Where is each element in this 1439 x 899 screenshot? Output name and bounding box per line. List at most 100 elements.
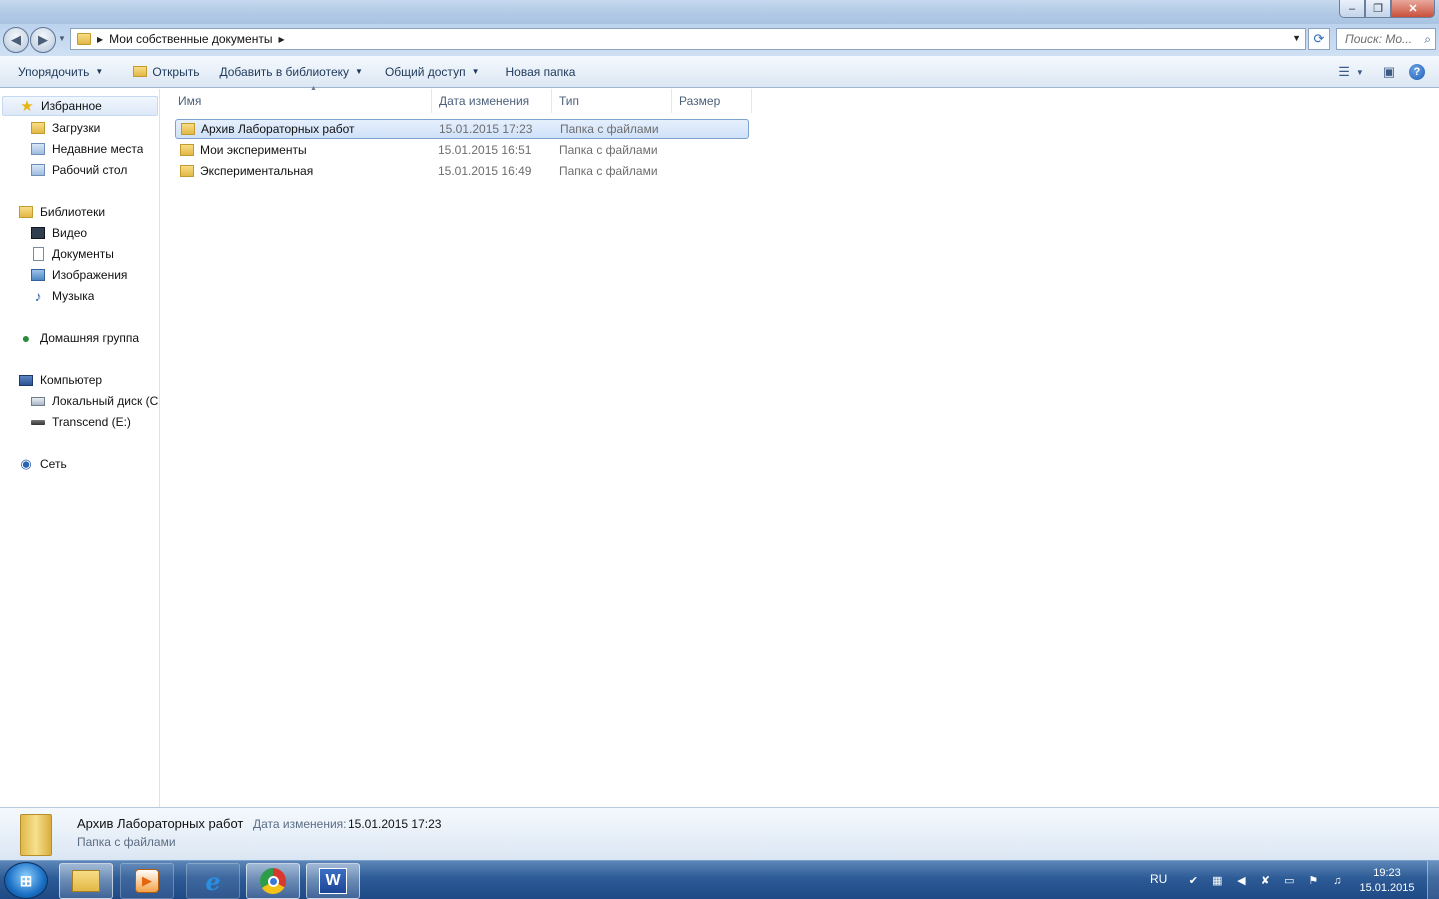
show-desktop-button[interactable]: [1427, 861, 1439, 899]
search-input[interactable]: Поиск: Мо... ⌕: [1336, 28, 1436, 50]
antivirus-icon[interactable]: ✘: [1257, 873, 1273, 889]
forward-button[interactable]: ▶: [30, 27, 56, 53]
organize-menu[interactable]: Упорядочить ▼: [9, 60, 112, 84]
taskbar-chrome[interactable]: [246, 863, 300, 899]
open-button[interactable]: Открыть: [124, 60, 208, 84]
nav-documents-label: Документы: [52, 247, 114, 261]
taskbar-internet-explorer[interactable]: e: [186, 863, 240, 899]
volume-icon[interactable]: ♫: [1329, 873, 1345, 889]
column-header-type[interactable]: Тип: [552, 89, 672, 113]
search-icon[interactable]: ⌕: [1424, 32, 1431, 47]
details-date-value[interactable]: 15.01.2015 17:23: [348, 817, 441, 831]
refresh-button[interactable]: ⟳: [1308, 28, 1330, 50]
nav-computer[interactable]: Компьютер: [18, 370, 102, 390]
clock-date: 15.01.2015: [1359, 882, 1415, 894]
action-center-icon[interactable]: ⚑: [1305, 873, 1321, 889]
minimize-button[interactable]: –: [1339, 0, 1365, 18]
nav-transcend[interactable]: Transcend (E:): [30, 412, 131, 432]
folder-icon: [180, 165, 194, 177]
nav-recent-label: Недавние места: [52, 142, 144, 156]
music-icon: ♪: [34, 288, 42, 304]
nav-libraries[interactable]: Библиотеки: [18, 202, 105, 222]
view-options-button[interactable]: ☰ ▼: [1338, 60, 1364, 84]
network-tray-icon[interactable]: ▭: [1281, 873, 1297, 889]
share-menu[interactable]: Общий доступ ▼: [376, 60, 489, 84]
file-row[interactable]: Мои эксперименты 15.01.2015 16:51 Папка …: [175, 140, 749, 160]
address-row: ◀ ▶ ▼ ▶ Мои собственные документы ▶ ▼ ⟳ …: [0, 24, 1439, 56]
close-button[interactable]: ✕: [1391, 0, 1435, 18]
security-icon[interactable]: ✔: [1185, 873, 1201, 889]
file-name: Экспериментальная: [200, 164, 314, 178]
column-size-label: Размер: [679, 94, 721, 108]
recent-pages-dropdown[interactable]: ▼: [58, 34, 66, 43]
nav-video-label: Видео: [52, 226, 88, 240]
column-header-size[interactable]: Размер: [672, 89, 752, 113]
nav-music-label: Музыка: [52, 289, 95, 303]
open-folder-icon: [133, 66, 148, 77]
taskbar-explorer[interactable]: [59, 863, 113, 899]
desktop-icon: [30, 162, 46, 178]
address-dropdown-icon[interactable]: ▼: [1292, 33, 1301, 43]
nav-images[interactable]: Изображения: [30, 265, 127, 285]
clock[interactable]: 19:23 15.01.2015: [1352, 866, 1422, 896]
preview-pane-button[interactable]: ▣: [1377, 60, 1401, 84]
nav-favorites[interactable]: ★ Избранное: [2, 96, 158, 116]
nav-images-label: Изображения: [52, 268, 128, 282]
nav-homegroup[interactable]: ● Домашняя группа: [18, 328, 139, 348]
taskbar-media-player[interactable]: ▶: [120, 863, 174, 899]
open-label: Открыть: [152, 64, 200, 79]
nav-local-disk[interactable]: Локальный диск (C:): [30, 391, 158, 411]
file-row[interactable]: Экспериментальная 15.01.2015 16:49 Папка…: [175, 161, 749, 181]
column-header-name[interactable]: Имя ▲: [172, 85, 432, 113]
file-date: 15.01.2015 16:51: [438, 143, 532, 157]
speaker-alert-icon[interactable]: ◀: [1233, 873, 1249, 889]
nav-local-disk-label: Локальный диск (C:): [52, 394, 158, 408]
column-header-date[interactable]: Дата изменения: [432, 89, 552, 113]
computer-icon: [18, 372, 34, 388]
nav-documents[interactable]: Документы: [30, 244, 114, 264]
nav-video[interactable]: Видео: [30, 223, 87, 243]
nav-favorites-label: Избранное: [41, 99, 102, 113]
file-row[interactable]: Архив Лабораторных работ 15.01.2015 17:2…: [175, 119, 749, 139]
folder-large-icon: [20, 814, 52, 856]
add-library-label: Добавить в библиотеку: [219, 64, 350, 79]
nav-downloads-label: Загрузки: [52, 121, 101, 135]
nav-computer-label: Компьютер: [40, 373, 103, 387]
organize-label: Упорядочить: [18, 64, 90, 79]
back-button[interactable]: ◀: [3, 27, 29, 53]
recent-places-icon: [30, 141, 46, 157]
file-date: 15.01.2015 16:49: [438, 164, 532, 178]
breadcrumb-chevron-icon[interactable]: ▶: [97, 35, 103, 44]
caret-down-icon: ▼: [1355, 67, 1364, 77]
images-icon: [30, 267, 46, 283]
add-to-library-menu[interactable]: Добавить в библиотеку ▼: [210, 60, 371, 84]
nav-downloads[interactable]: Загрузки: [30, 118, 100, 138]
help-icon: ?: [1409, 64, 1425, 80]
media-player-icon: ▶: [135, 869, 159, 893]
new-folder-button[interactable]: Новая папка: [496, 60, 584, 84]
nav-music[interactable]: ♪ Музыка: [30, 286, 95, 306]
breadcrumb-chevron-icon[interactable]: ▶: [278, 35, 284, 44]
taskbar-word[interactable]: W: [306, 863, 360, 899]
file-list: Имя ▲ Дата изменения Тип Размер Архив Ла…: [161, 85, 1439, 807]
caret-down-icon: ▼: [471, 67, 480, 76]
nav-network[interactable]: ◉ Сеть: [18, 454, 66, 474]
start-button[interactable]: ⊞: [4, 862, 48, 899]
details-type: Папка с файлами: [77, 835, 176, 849]
language-indicator[interactable]: RU: [1150, 872, 1167, 886]
nav-recent-places[interactable]: Недавние места: [30, 139, 143, 159]
details-date-label: Дата изменения:: [253, 817, 347, 831]
breadcrumb-current[interactable]: Мои собственные документы: [109, 32, 272, 46]
file-type: Папка с файлами: [559, 143, 658, 157]
new-folder-label: Новая папка: [505, 64, 576, 79]
clock-time: 19:23: [1373, 867, 1401, 879]
video-icon: [30, 225, 46, 241]
hard-disk-icon: [30, 393, 46, 409]
folder-icon: [181, 123, 195, 135]
display-icon[interactable]: ▦: [1209, 873, 1225, 889]
help-button[interactable]: ?: [1405, 60, 1429, 84]
nav-desktop[interactable]: Рабочий стол: [30, 160, 127, 180]
restore-button[interactable]: ❐: [1365, 0, 1391, 18]
address-bar[interactable]: ▶ Мои собственные документы ▶ ▼: [70, 28, 1306, 50]
star-icon: ★: [20, 98, 34, 115]
